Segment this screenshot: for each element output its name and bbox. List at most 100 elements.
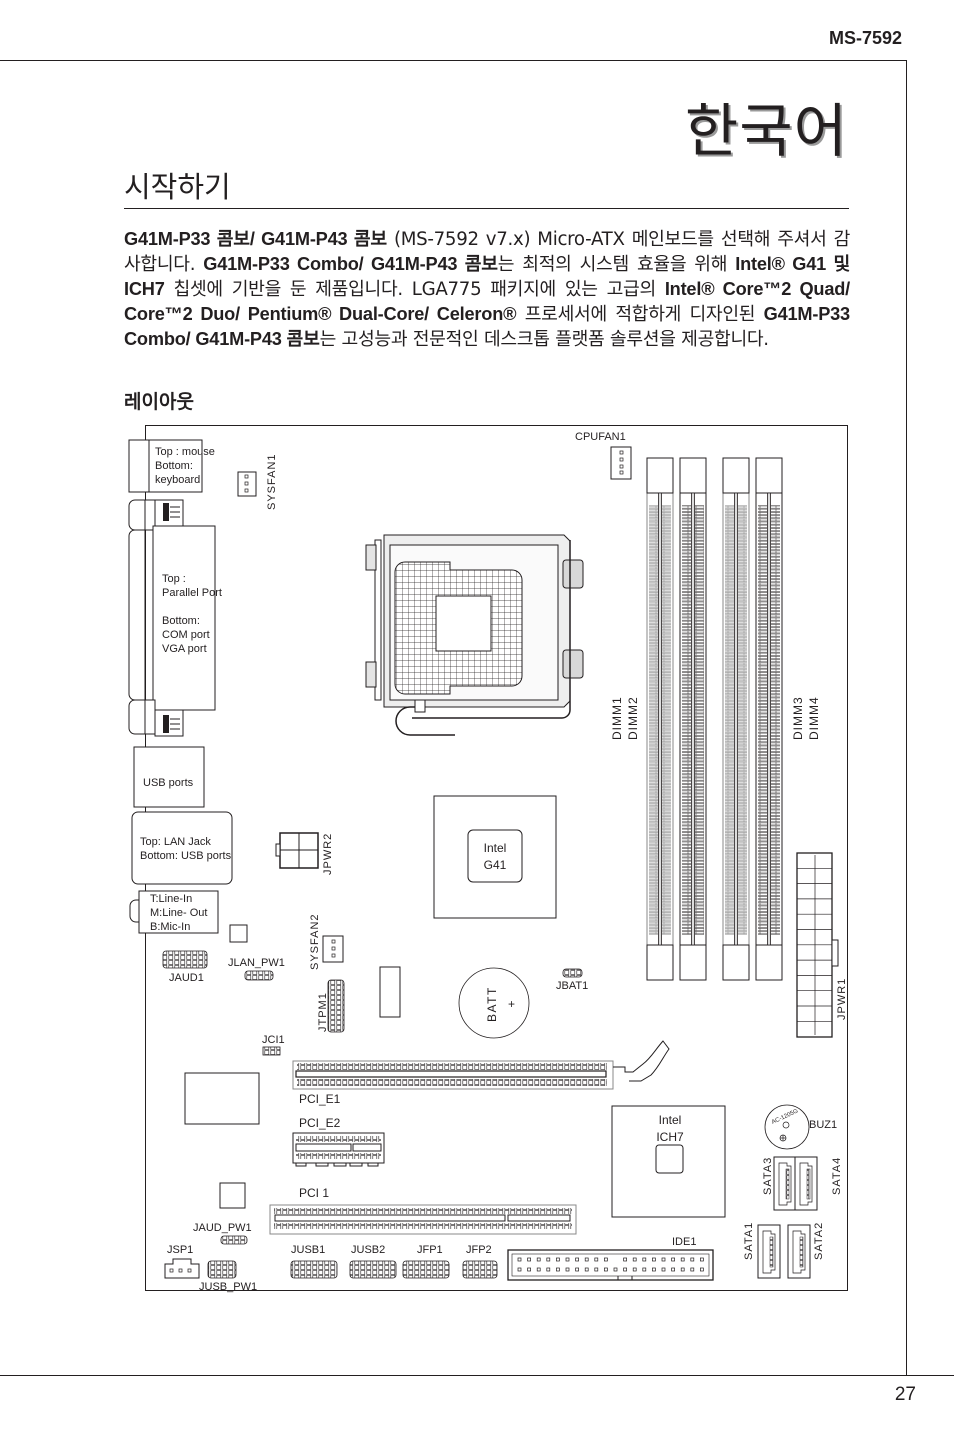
southbridge-label-1: Intel: [659, 1113, 682, 1127]
jtpm1-header: JTPM1: [317, 979, 345, 1033]
dimm-pins-right: [771, 505, 780, 935]
jlan-pw1-label: JLAN_PW1: [228, 957, 285, 969]
dimm-slot: [722, 457, 750, 981]
sata-port: [757, 1224, 781, 1279]
jfp2-label: JFP2: [466, 1244, 492, 1256]
jsp1-label: JSP1: [167, 1244, 193, 1256]
jusb-pw1-label: JUSB_PW1: [199, 1281, 257, 1293]
jusb2-label: JUSB2: [351, 1244, 385, 1256]
dimm-pins-right: [738, 505, 747, 935]
jlan-pw1-jumper: JLAN_PW1: [228, 957, 285, 981]
dimm-key: [658, 492, 662, 946]
sata2-label: SATA2: [813, 1222, 825, 1260]
sata-pins: [806, 1168, 811, 1200]
pci-e2-label: PCI_E2: [299, 1116, 341, 1130]
lan-label-2: Bottom: USB ports: [140, 850, 232, 862]
dimm-pins-right: [662, 505, 671, 935]
jusb1-header: JUSB1: [290, 1244, 338, 1279]
sata-port: [773, 1156, 797, 1211]
jtpm1-label: JTPM1: [317, 992, 329, 1032]
buzzer: AC-1205G BUZ1: [764, 1104, 837, 1150]
sysfan1-connector: SYSFAN1: [237, 453, 278, 510]
audio-label-2: M:Line- Out: [150, 907, 207, 919]
sata4-label: SATA4: [831, 1157, 843, 1195]
sata-port: [794, 1156, 818, 1211]
sata-port: [787, 1224, 811, 1279]
sata-pins: [769, 1236, 774, 1268]
jci1-label: JCI1: [262, 1034, 285, 1046]
jci1-jumper: JCI1: [262, 1034, 285, 1056]
jpwr1-connector: JPWR1: [796, 852, 848, 1038]
sata-pins: [785, 1168, 790, 1200]
intro-bold-segment: G41M-P33 콤보/ G41M-P43 콤보: [124, 229, 387, 249]
ide1-label: IDE1: [672, 1236, 696, 1248]
jfp2-header: JFP2: [462, 1244, 498, 1279]
pci1-label: PCI 1: [299, 1186, 329, 1200]
southbridge-label-2: ICH7: [656, 1130, 684, 1144]
intro-text-segment: 프로세서에 적합하게 디자인된: [516, 304, 764, 325]
dimm2-label: DIMM2: [626, 696, 640, 740]
parallel-label-1: Top :: [162, 573, 186, 585]
layout-heading: 레이아웃: [124, 391, 194, 413]
pci1-slot: PCI 1: [269, 1186, 577, 1235]
buz1-label: BUZ1: [809, 1119, 837, 1131]
jaud-pw1-label: JAUD_PW1: [193, 1222, 252, 1234]
dimm-pins-left: [758, 505, 767, 935]
page-number: 27: [894, 1384, 916, 1405]
parallel-label-2: Parallel Port: [162, 587, 222, 599]
dimm-pins-left: [725, 505, 734, 935]
dimm-key: [767, 492, 771, 946]
chip-io: [184, 1072, 260, 1125]
ps2-label-2: Bottom:: [155, 460, 193, 472]
parallel-com-vga-port: Top : Parallel Port Bottom: COM port VGA…: [128, 499, 222, 737]
dimm-key: [691, 492, 695, 946]
battery-plus: +: [508, 997, 515, 1011]
audio-label-3: B:Mic-In: [150, 921, 190, 933]
lan-label-1: Top: LAN Jack: [140, 836, 211, 848]
cpufan1-label: CPUFAN1: [575, 431, 626, 443]
top-rule: [0, 60, 907, 61]
sysfan2-label: SYSFAN2: [309, 913, 321, 970]
ps2-label-1: Top : mouse: [155, 446, 215, 458]
jusb2-header: JUSB2: [349, 1244, 397, 1279]
dimm4-label: DIMM4: [807, 696, 821, 740]
chip-clock: [379, 966, 401, 1018]
dimm-latch-bottom: [646, 944, 674, 981]
model-number: MS-7592: [828, 28, 902, 48]
pci-e1-label: PCI_E1: [299, 1092, 341, 1106]
jpwr2-label: JPWR2: [322, 833, 334, 875]
jaud-pw1-jumper: JAUD_PW1: [193, 1222, 252, 1245]
sysfan1-label: SYSFAN1: [266, 453, 278, 510]
pci-e2-slot: PCI_E2: [292, 1116, 385, 1167]
dimm1-label: DIMM1: [610, 696, 624, 740]
sysfan2-connector: SYSFAN2: [309, 913, 344, 970]
usb-ports-label: USB ports: [143, 777, 194, 789]
jbat1-jumper: JBAT1: [556, 968, 588, 992]
cpu-socket-lga775: [365, 534, 584, 736]
dimm-latch-top: [679, 457, 707, 494]
cpufan1-connector: CPUFAN1: [575, 431, 632, 480]
jsp1-connector: JSP1: [164, 1244, 200, 1279]
audio-label-1: T:Line-In: [150, 893, 192, 905]
intro-text-segment: 칩셋에 기반을 둔 제품입니다. LGA775 패키지에 있는 고급의: [164, 279, 665, 300]
ps2-label-3: keyboard: [155, 474, 200, 486]
dimm-slot: [679, 457, 707, 981]
dimm-latch-bottom: [722, 944, 750, 981]
jaud1-header: JAUD1: [162, 950, 208, 984]
dimm-latch-top: [722, 457, 750, 494]
parallel-label-3: Bottom:: [162, 615, 200, 627]
jpwr1-label: JPWR1: [836, 978, 848, 1020]
southbridge-intel-ich7: Intel ICH7: [611, 1105, 726, 1218]
dimm-latch-top: [755, 457, 783, 494]
jfp1-header: JFP1: [402, 1244, 450, 1279]
intro-text-segment: 는 최적의 시스템 효율을 위해: [497, 254, 736, 275]
dimm-slots: [646, 457, 783, 981]
sata-pins: [799, 1236, 804, 1268]
sata3-label: SATA3: [762, 1157, 774, 1195]
parallel-label-4: COM port: [162, 629, 210, 641]
intro-bold-segment: G41M-P33 Combo/ G41M-P43 콤보: [203, 254, 498, 274]
jpwr2-connector: JPWR2: [275, 832, 334, 875]
dimm-slot: [646, 457, 674, 981]
lan-usb-port: Top: LAN Jack Bottom: USB ports: [131, 811, 233, 885]
ide1-connector: IDE1: [507, 1236, 714, 1281]
